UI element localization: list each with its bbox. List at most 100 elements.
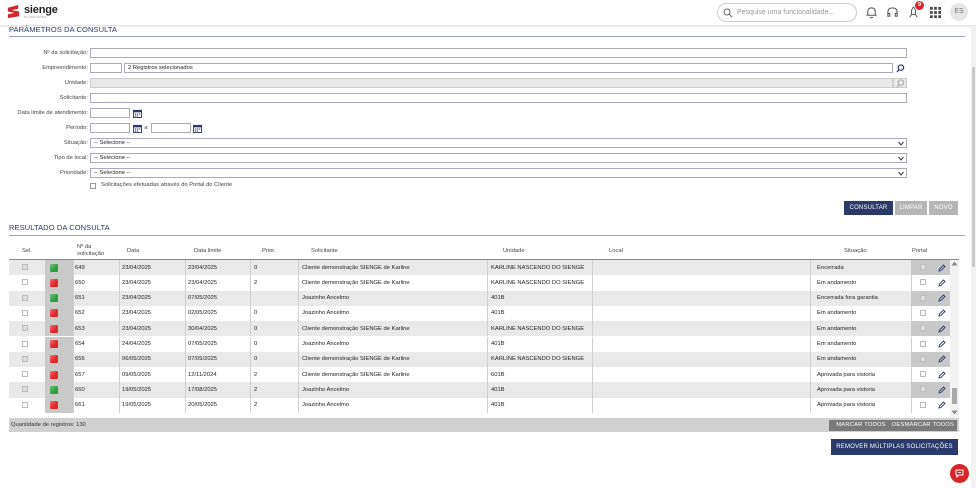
grid-scrollbar[interactable] [950, 260, 959, 418]
portal-checkbox[interactable] [920, 325, 926, 332]
pencil-icon[interactable] [938, 279, 946, 287]
portal-checkbox[interactable] [920, 371, 926, 378]
cell-data: 19/05/2025 [122, 386, 152, 393]
cell-divider [119, 321, 120, 337]
brand-logo[interactable]: sienge PLATAFORMA [6, 4, 58, 19]
calendar-icon[interactable] [133, 109, 142, 118]
table-row[interactable]: 653 23/04/2025 30/04/2025 0 Cliente demonstr… [9, 321, 950, 337]
notification-badge: 9 [915, 1, 924, 10]
pencil-icon[interactable] [938, 325, 946, 333]
cell-divider [592, 382, 593, 398]
table-row[interactable]: 661 19/05/2025 20/05/2025 2 Joazinho Ancelmo… [9, 397, 950, 413]
cell-divider [119, 382, 120, 398]
portal-checkbox[interactable] [90, 183, 96, 189]
portal-checkbox[interactable] [920, 309, 926, 316]
portal-checkbox[interactable] [920, 294, 926, 301]
cell-divider [119, 305, 120, 322]
status-indicator-icon [50, 294, 58, 303]
cell-divider [298, 260, 299, 276]
row-select-checkbox[interactable] [22, 294, 28, 301]
pencil-icon[interactable] [938, 263, 946, 272]
cell-divider [185, 321, 186, 337]
chat-icon [955, 469, 964, 478]
cell-limite: 12/11/2024 [188, 371, 217, 378]
cell-num: 652 [75, 310, 85, 317]
solicitante-input[interactable] [90, 93, 907, 103]
marcar-todos-button[interactable]: MARCAR TODOS [829, 419, 893, 431]
cell-num: 654 [75, 341, 85, 347]
empreendimento-search-icon[interactable] [896, 64, 905, 73]
pencil-icon[interactable] [938, 340, 946, 348]
cell-data: 06/05/2025 [122, 356, 152, 363]
tipo-local-select[interactable]: -- Selecione -- [90, 153, 907, 163]
scroll-up-icon[interactable] [951, 261, 958, 266]
table-row[interactable]: 649 23/04/2025 23/04/2025 0 Cliente demonstr… [9, 260, 950, 276]
table-row[interactable]: 654 24/04/2025 07/05/2025 0 Joazinho Ancelmo… [9, 336, 950, 352]
cell-divider [810, 367, 811, 383]
consultar-button[interactable]: CONSULTAR [844, 201, 893, 215]
calendar-icon[interactable] [193, 124, 202, 133]
row-select-checkbox[interactable] [22, 386, 28, 393]
portal-checkbox[interactable] [920, 401, 926, 408]
table-row[interactable]: 656 06/05/2025 07/05/2025 0 Cliente demonstr… [9, 351, 950, 368]
chat-button[interactable] [950, 464, 969, 483]
empreendimento-code-input[interactable] [90, 63, 122, 73]
apps-grid-icon[interactable] [929, 6, 942, 19]
table-row[interactable]: 652 23/04/2025 02/05/2025 0 Joazinho Ancelmo… [9, 305, 950, 322]
portal-checkbox[interactable] [920, 279, 926, 286]
cell-limite: 07/05/2025 [188, 295, 218, 302]
table-row[interactable]: 660 19/05/2025 17/08/2025 2 Joazinho Ancelmo… [9, 382, 950, 398]
scroll-down-icon[interactable] [951, 410, 958, 415]
situacao-select[interactable]: -- Selecione -- [90, 138, 907, 148]
table-row[interactable]: 657 09/05/2025 12/11/2024 2 Cliente demonstr… [9, 367, 950, 383]
cell-num: 661 [75, 402, 85, 409]
pencil-icon[interactable] [938, 355, 946, 363]
portal-checkbox[interactable] [920, 386, 926, 393]
portal-checkbox[interactable] [920, 264, 926, 270]
periodo-start-input[interactable] [90, 123, 130, 133]
portal-checkbox[interactable] [920, 355, 926, 362]
pencil-icon[interactable] [938, 370, 946, 379]
row-select-checkbox[interactable] [22, 309, 28, 316]
calendar-icon[interactable] [133, 124, 142, 133]
cell-situacao: Em andamento [817, 356, 857, 363]
cell-data: 19/05/2025 [122, 402, 152, 409]
cell-divider [250, 275, 251, 291]
grid-scroll-thumb[interactable] [952, 388, 957, 404]
pencil-icon[interactable] [938, 294, 946, 302]
num-solicitacao-input[interactable] [90, 48, 907, 58]
user-avatar[interactable]: ES [950, 3, 968, 21]
row-select-checkbox[interactable] [22, 355, 28, 362]
cell-unidade: 401B [491, 386, 505, 393]
cell-divider [810, 351, 811, 368]
pencil-icon[interactable] [938, 309, 946, 318]
search-input[interactable]: Pesquise uma funcionalidade... [717, 3, 857, 22]
bell-icon[interactable] [865, 6, 878, 19]
row-select-checkbox[interactable] [22, 264, 28, 270]
cell-situacao: Em andamento [817, 310, 857, 317]
remover-multiplas-button[interactable]: REMOVER MÚLTIPLAS SOLICITAÇÕES [831, 439, 958, 455]
portal-checkbox[interactable] [920, 340, 926, 347]
row-select-checkbox[interactable] [22, 279, 28, 286]
page-scrollbar[interactable] [971, 27, 976, 488]
pencil-icon[interactable] [938, 386, 946, 394]
empreendimento-name-input[interactable]: 2 Registros selecionados [124, 63, 893, 73]
novo-button[interactable]: NOVO [929, 201, 958, 215]
row-select-checkbox[interactable] [22, 371, 28, 378]
periodo-end-input[interactable] [151, 123, 191, 133]
limpar-button[interactable]: LIMPAR [895, 201, 927, 215]
headset-icon[interactable] [886, 6, 899, 19]
table-row[interactable]: 650 23/04/2025 23/04/2025 2 Cliente demonstr… [9, 275, 950, 291]
data-limite-input[interactable] [90, 108, 130, 118]
row-select-checkbox[interactable] [22, 325, 28, 332]
table-row[interactable]: 651 23/04/2025 07/05/2025 Joazinho Ancelmo 4… [9, 290, 950, 306]
cell-solicitante: Cliente demonstração SIENGE de Karline [302, 356, 410, 363]
label-tipo-local: Tipo de local: [53, 155, 88, 161]
row-select-checkbox[interactable] [22, 340, 28, 347]
prioridade-select[interactable]: -- Selecione -- [90, 168, 907, 178]
row-select-checkbox[interactable] [22, 401, 28, 408]
desmarcar-todos-button[interactable]: DESMARCAR TODOS [889, 419, 957, 431]
cell-divider [298, 290, 299, 306]
result-title: RESULTADO DA CONSULTA [9, 223, 110, 232]
pencil-icon[interactable] [938, 401, 946, 409]
